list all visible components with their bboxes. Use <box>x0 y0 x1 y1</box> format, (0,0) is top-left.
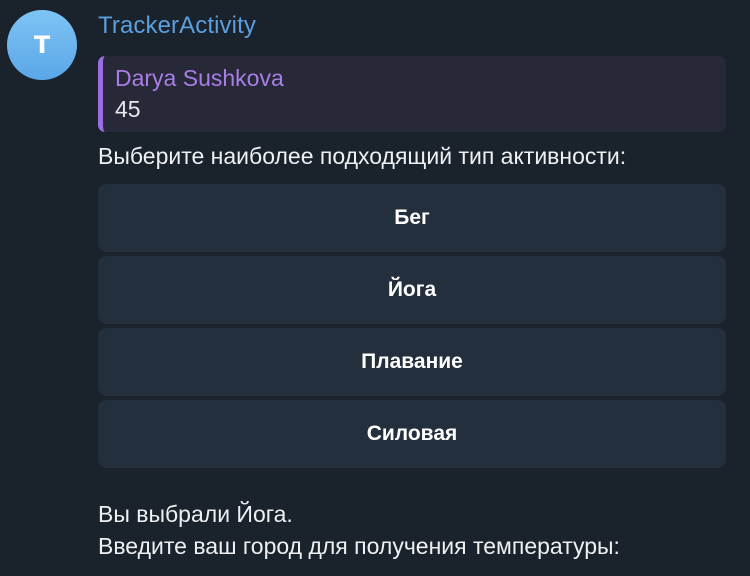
followup-message: Вы выбрали Йога. Введите ваш город для п… <box>98 498 620 562</box>
reply-author: Darya Sushkova <box>115 65 284 91</box>
button-label: Силовая <box>366 422 458 445</box>
reply-text: 45 <box>115 96 141 122</box>
bot-avatar[interactable]: T <box>7 10 77 80</box>
button-strength[interactable]: Силовая <box>98 400 726 468</box>
reply-quote[interactable]: Darya Sushkova 45 <box>98 56 726 132</box>
avatar-letter: T <box>33 31 51 59</box>
message-prompt: Выберите наиболее подходящий тип активно… <box>98 143 627 169</box>
followup-line-2: Введите ваш город для получения температ… <box>98 533 620 559</box>
button-run[interactable]: Бег <box>98 184 726 252</box>
chat-view: T TrackerActivity Darya Sushkova 45 Выбе… <box>0 0 750 576</box>
button-swimming[interactable]: Плавание <box>98 328 726 396</box>
followup-line-1: Вы выбрали Йога. <box>98 501 293 527</box>
button-label: Бег <box>394 206 430 229</box>
button-yoga[interactable]: Йога <box>98 256 726 324</box>
sender-name[interactable]: TrackerActivity <box>98 12 256 40</box>
button-label: Йога <box>387 278 437 301</box>
button-label: Плавание <box>361 350 463 373</box>
